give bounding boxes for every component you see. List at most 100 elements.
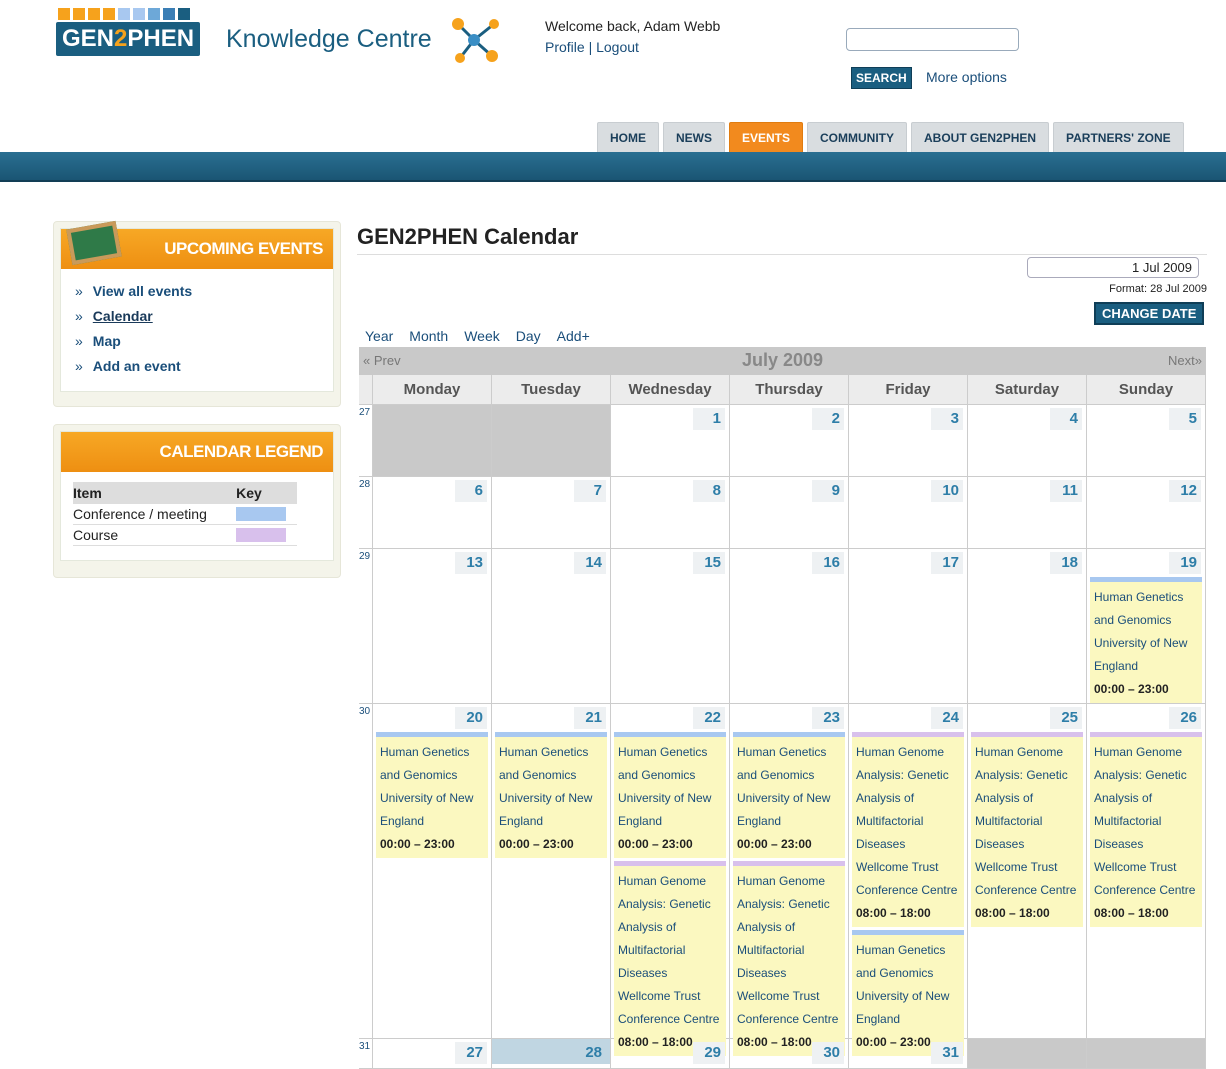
day-number[interactable]: 10	[931, 480, 963, 502]
day-number[interactable]: 20	[455, 707, 487, 729]
day-number[interactable]: 15	[693, 552, 725, 574]
day-cell[interactable]: 14	[492, 549, 611, 703]
event-item[interactable]: Human Genome Analysis: Genetic Analysis of…	[971, 732, 1083, 927]
event-item[interactable]: Human Genetics and Genomics University of …	[1090, 577, 1202, 703]
event-item[interactable]: Human Genetics and Genomics University of …	[733, 732, 845, 858]
day-cell[interactable]: 22 Human Genetics and Genomics University o…	[611, 704, 730, 1056]
day-cell[interactable]: 16	[730, 549, 849, 703]
day-number[interactable]: 13	[455, 552, 487, 574]
day-cell[interactable]: 30	[730, 1039, 849, 1068]
week-number-link[interactable]: 30	[359, 704, 373, 1038]
day-cell[interactable]: 20 Human Genetics and Genomics University o…	[373, 704, 492, 1038]
tab-news[interactable]: NEWS	[663, 122, 725, 152]
week-number-link[interactable]: 29	[359, 549, 373, 703]
event-item[interactable]: Human Genome Analysis: Genetic Analysis of…	[733, 861, 845, 1056]
search-input[interactable]	[846, 28, 1019, 51]
day-cell[interactable]: 4	[968, 405, 1087, 476]
day-cell[interactable]: 10	[849, 477, 968, 548]
day-number[interactable]: 2	[812, 408, 844, 430]
event-item[interactable]: Human Genetics and Genomics University of …	[852, 930, 964, 1056]
week-number-link[interactable]: 28	[359, 477, 373, 548]
logout-link[interactable]: Logout	[596, 39, 639, 55]
day-number[interactable]: 3	[931, 408, 963, 430]
day-number[interactable]: 31	[931, 1042, 963, 1064]
day-number[interactable]: 25	[1050, 707, 1082, 729]
day-number[interactable]: 4	[1050, 408, 1082, 430]
tab-community[interactable]: COMMUNITY	[807, 122, 908, 152]
map-link[interactable]: Map	[93, 333, 121, 349]
day-number[interactable]: 22	[693, 707, 725, 729]
day-number[interactable]: 9	[812, 480, 844, 502]
view-week-link[interactable]: Week	[464, 328, 500, 344]
day-cell[interactable]: 18	[968, 549, 1087, 703]
event-item[interactable]: Human Genetics and Genomics University of …	[614, 732, 726, 858]
day-number[interactable]: 16	[812, 552, 844, 574]
day-cell[interactable]: 26 Human Genome Analysis: Genetic Analysis …	[1087, 704, 1206, 1038]
more-options-link[interactable]: More options	[926, 69, 1007, 85]
day-number[interactable]: 23	[812, 707, 844, 729]
day-cell[interactable]: 7	[492, 477, 611, 548]
day-cell[interactable]: 3	[849, 405, 968, 476]
day-number[interactable]: 26	[1169, 707, 1201, 729]
view-year-link[interactable]: Year	[365, 328, 393, 344]
day-cell[interactable]: 11	[968, 477, 1087, 548]
search-button[interactable]: SEARCH	[851, 67, 912, 89]
day-number[interactable]: 30	[812, 1042, 844, 1064]
week-number-link[interactable]: 31	[359, 1039, 373, 1068]
view-day-link[interactable]: Day	[516, 328, 541, 344]
day-cell[interactable]: 2	[730, 405, 849, 476]
event-item[interactable]: Human Genome Analysis: Genetic Analysis of…	[1090, 732, 1202, 927]
day-number[interactable]: 28	[574, 1042, 606, 1064]
day-number[interactable]: 19	[1169, 552, 1201, 574]
tab-home[interactable]: HOME	[597, 122, 659, 152]
day-number[interactable]: 8	[693, 480, 725, 502]
change-date-button[interactable]: CHANGE DATE	[1094, 302, 1205, 325]
day-number[interactable]: 11	[1050, 480, 1082, 502]
day-cell[interactable]: 23 Human Genetics and Genomics University o…	[730, 704, 849, 1056]
day-number[interactable]: 27	[455, 1042, 487, 1064]
calendar-link[interactable]: Calendar	[93, 308, 153, 324]
day-number[interactable]: 18	[1050, 552, 1082, 574]
day-cell[interactable]: 1	[611, 405, 730, 476]
day-cell[interactable]: 6	[373, 477, 492, 548]
day-cell[interactable]: 13	[373, 549, 492, 703]
event-item[interactable]: Human Genetics and Genomics University of …	[495, 732, 607, 858]
view-month-link[interactable]: Month	[409, 328, 448, 344]
next-month-link[interactable]: Next»	[1168, 353, 1202, 368]
day-cell[interactable]: 25 Human Genome Analysis: Genetic Analysis …	[968, 704, 1087, 1038]
day-number[interactable]: 17	[931, 552, 963, 574]
profile-link[interactable]: Profile	[545, 39, 585, 55]
day-number[interactable]: 5	[1169, 408, 1201, 430]
day-cell[interactable]: 28	[492, 1039, 611, 1068]
day-number[interactable]: 1	[693, 408, 725, 430]
day-number[interactable]: 6	[455, 480, 487, 502]
event-item[interactable]: Human Genome Analysis: Genetic Analysis of…	[852, 732, 964, 927]
day-number[interactable]: 7	[574, 480, 606, 502]
day-cell[interactable]: 24 Human Genome Analysis: Genetic Analysis …	[849, 704, 968, 1056]
site-logo[interactable]: GEN2PHEN Knowledge Centre	[56, 8, 506, 78]
day-cell[interactable]: 21 Human Genetics and Genomics University o…	[492, 704, 611, 1038]
week-number-link[interactable]: 27	[359, 405, 373, 476]
day-number[interactable]: 12	[1169, 480, 1201, 502]
day-cell[interactable]: 19 Human Genetics and Genomics University o…	[1087, 549, 1206, 703]
day-number[interactable]: 24	[931, 707, 963, 729]
day-cell[interactable]: 9	[730, 477, 849, 548]
tab-events[interactable]: EVENTS	[729, 122, 804, 152]
day-number[interactable]: 29	[693, 1042, 725, 1064]
view-all-events-link[interactable]: View all events	[93, 283, 192, 299]
tab-about[interactable]: ABOUT GEN2PHEN	[911, 122, 1050, 152]
day-cell[interactable]: 5	[1087, 405, 1206, 476]
add-event-view-link[interactable]: Add+	[557, 328, 590, 344]
day-number[interactable]: 21	[574, 707, 606, 729]
day-cell[interactable]: 15	[611, 549, 730, 703]
day-cell[interactable]: 31	[849, 1039, 968, 1068]
day-cell[interactable]: 27	[373, 1039, 492, 1068]
day-cell[interactable]: 8	[611, 477, 730, 548]
day-cell[interactable]: 29	[611, 1039, 730, 1068]
day-cell[interactable]: 17	[849, 549, 968, 703]
event-item[interactable]: Human Genetics and Genomics University of …	[376, 732, 488, 858]
day-number[interactable]: 14	[574, 552, 606, 574]
event-item[interactable]: Human Genome Analysis: Genetic Analysis of…	[614, 861, 726, 1056]
tab-partners-zone[interactable]: PARTNERS' ZONE	[1053, 122, 1184, 152]
day-cell[interactable]: 12	[1087, 477, 1206, 548]
